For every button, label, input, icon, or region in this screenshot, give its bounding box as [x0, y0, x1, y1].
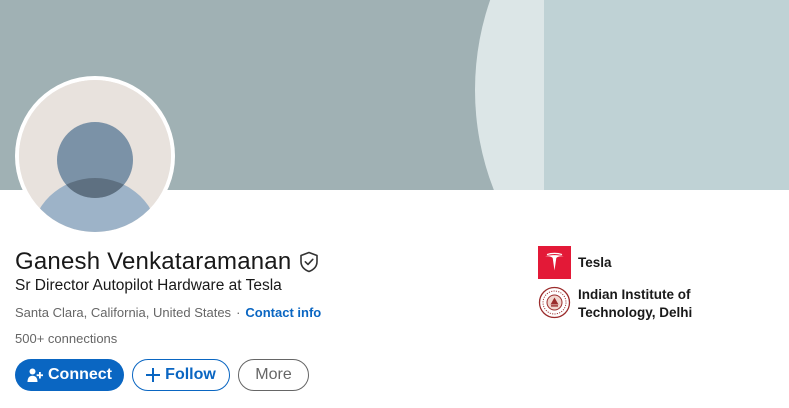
connect-label: Connect [48, 366, 112, 383]
connect-button[interactable]: Connect [15, 359, 124, 391]
follow-label: Follow [165, 366, 216, 383]
profile-headline: Sr Director Autopilot Hardware at Tesla [15, 277, 282, 294]
separator: · [236, 305, 241, 320]
default-avatar-icon [19, 80, 171, 232]
follow-button[interactable]: Follow [132, 359, 230, 391]
profile-photo[interactable] [15, 76, 175, 236]
profile-location: Santa Clara, California, United States [15, 305, 232, 320]
profile-name: Ganesh Venkataramanan [15, 248, 292, 275]
tesla-logo [538, 246, 571, 279]
name-row: Ganesh Venkataramanan [15, 248, 319, 276]
org-name-tesla: Tesla [578, 254, 612, 270]
more-label: More [255, 366, 292, 383]
plus-icon [146, 368, 161, 382]
iit-delhi-seal [538, 286, 571, 319]
add-person-icon [27, 367, 43, 383]
organizations-list: Tesla Indian Institute of Technology, De… [538, 246, 708, 322]
more-button[interactable]: More [238, 359, 309, 391]
contact-info-link[interactable]: Contact info [245, 305, 321, 320]
avatar [19, 80, 171, 232]
connections-count: 500+ connections [15, 331, 118, 346]
org-tesla[interactable]: Tesla [538, 246, 708, 279]
org-name-iit-delhi: Indian Institute of Technology, Delhi [578, 287, 693, 320]
profile-meta: Santa Clara, California, United States ·… [15, 305, 321, 320]
profile-actions: Connect Follow More [15, 359, 309, 391]
org-iit-delhi[interactable]: Indian Institute of Technology, Delhi [538, 286, 708, 322]
verified-shield-icon[interactable] [299, 251, 319, 273]
